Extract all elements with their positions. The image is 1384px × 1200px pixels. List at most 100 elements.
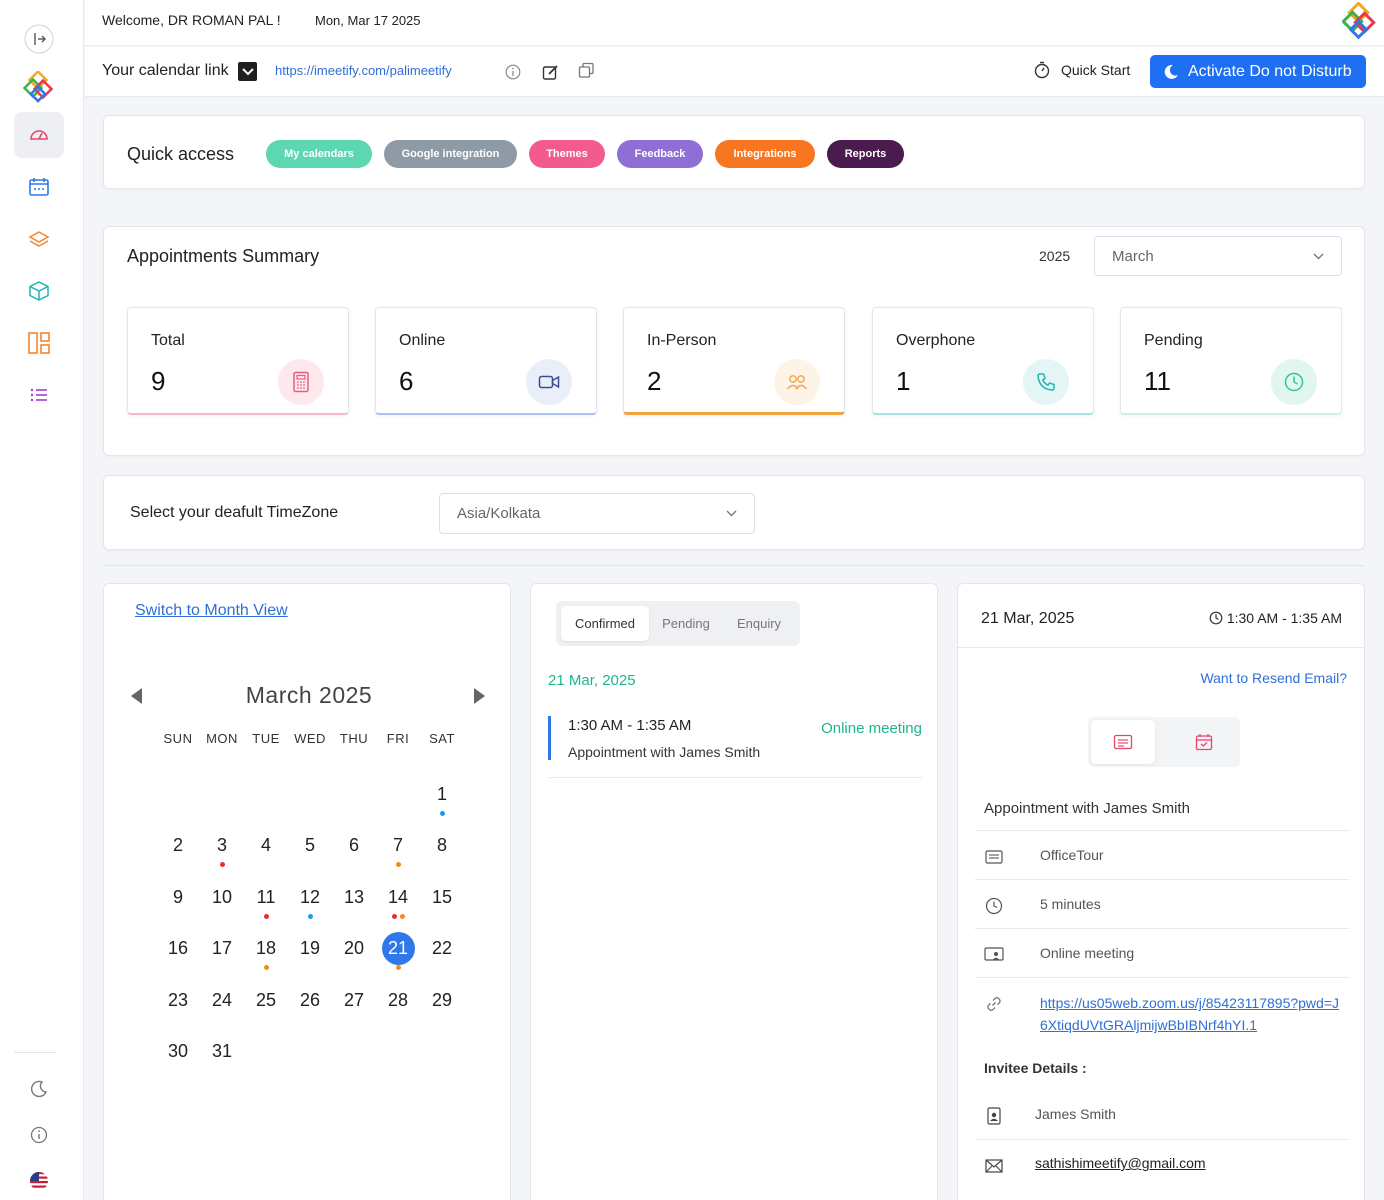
calendar-day-number: 1 bbox=[436, 783, 447, 804]
month-select[interactable]: March bbox=[1094, 236, 1342, 276]
calendar-day-number: 30 bbox=[167, 1041, 189, 1061]
detail-view-tabs bbox=[1088, 717, 1240, 767]
calendar-day-number: 24 bbox=[211, 989, 233, 1010]
sidebar-item-calendar[interactable] bbox=[14, 164, 64, 210]
calendar-icon bbox=[29, 178, 49, 196]
summary-title: Appointments Summary bbox=[127, 246, 320, 266]
sidebar-item-dashboard[interactable] bbox=[14, 112, 64, 158]
calendar-day[interactable]: 4 bbox=[244, 835, 288, 887]
stat-value: 6 bbox=[399, 366, 414, 396]
calendar-day[interactable]: 22 bbox=[420, 938, 464, 990]
tab-calendar[interactable] bbox=[1172, 720, 1236, 764]
calendar-link-info[interactable] bbox=[504, 63, 522, 81]
month-select-value: March bbox=[1112, 247, 1154, 265]
timezone-select[interactable]: Asia/Kolkata bbox=[439, 493, 755, 534]
calendar-day[interactable]: 2 bbox=[156, 835, 200, 887]
detail-date: 21 Mar, 2025 bbox=[981, 610, 1075, 627]
calendar-day[interactable]: 31 bbox=[200, 1041, 244, 1093]
calendar-day[interactable]: 27 bbox=[332, 990, 376, 1042]
calendar-day[interactable]: 14 bbox=[376, 887, 420, 939]
calendar-day[interactable]: 20 bbox=[332, 938, 376, 990]
calendar-day[interactable]: 15 bbox=[420, 887, 464, 939]
quick-start-button[interactable]: Quick Start bbox=[1033, 61, 1130, 79]
calendar-day[interactable]: 21 bbox=[376, 932, 420, 990]
tab-details[interactable] bbox=[1091, 720, 1155, 764]
calendar-day-number: 18 bbox=[255, 938, 277, 958]
stat-label: Pending bbox=[1144, 332, 1203, 349]
event-indicator-dots bbox=[200, 862, 244, 867]
resend-email-link[interactable]: Want to Resend Email? bbox=[1200, 670, 1347, 686]
pill-themes[interactable]: Themes bbox=[529, 140, 605, 168]
calendar-day[interactable]: 6 bbox=[332, 835, 376, 887]
calendar-day[interactable]: 11 bbox=[244, 887, 288, 939]
phone-icon bbox=[1023, 359, 1069, 405]
calendar-day[interactable]: 13 bbox=[332, 887, 376, 939]
calendar-day[interactable]: 5 bbox=[288, 835, 332, 887]
sidebar-item-packages[interactable] bbox=[14, 268, 64, 314]
imeetify-logo-icon bbox=[23, 71, 54, 103]
calendar-day[interactable]: 12 bbox=[288, 887, 332, 939]
stat-label: Overphone bbox=[896, 332, 976, 349]
language-button[interactable] bbox=[14, 1158, 64, 1200]
dark-mode-toggle[interactable] bbox=[14, 1066, 64, 1112]
calendar-day[interactable]: 10 bbox=[200, 887, 244, 939]
calendar-day[interactable]: 28 bbox=[376, 990, 420, 1042]
stat-label: Online bbox=[399, 332, 446, 349]
calendar-day[interactable]: 3 bbox=[200, 835, 244, 887]
calendar-day[interactable]: 25 bbox=[244, 990, 288, 1042]
sidebar-item-layers[interactable] bbox=[14, 216, 64, 262]
stat-card-pending[interactable]: Pending 11 bbox=[1120, 307, 1342, 415]
pill-integrations[interactable]: Integrations bbox=[715, 140, 815, 168]
calendar-day[interactable]: 16 bbox=[156, 938, 200, 990]
calendar-url-link[interactable]: https://imeetify.com/palimeetify bbox=[275, 63, 452, 78]
tab-enquiry[interactable]: Enquiry bbox=[723, 606, 795, 641]
sidebar-item-layouts[interactable] bbox=[14, 320, 64, 366]
stat-card-overphone[interactable]: Overphone 1 bbox=[872, 307, 1094, 415]
pill-google-integration[interactable]: Google integration bbox=[384, 140, 517, 168]
pill-feedback[interactable]: Feedback bbox=[617, 140, 703, 168]
pill-my-calendars[interactable]: My calendars bbox=[266, 140, 372, 168]
info-button[interactable] bbox=[14, 1112, 64, 1158]
app-logo[interactable] bbox=[14, 64, 64, 110]
stat-value: 9 bbox=[151, 366, 166, 396]
calendar-day[interactable]: 29 bbox=[420, 990, 464, 1042]
calendar-check-icon bbox=[1195, 734, 1213, 751]
calendar-link-dropdown[interactable] bbox=[238, 62, 257, 81]
contact-card-icon bbox=[984, 1106, 1004, 1126]
calendar-day[interactable]: 17 bbox=[200, 938, 244, 990]
appointment-item[interactable]: 1:30 AM - 1:35 AM Appointment with James… bbox=[548, 716, 922, 778]
tab-confirmed[interactable]: Confirmed bbox=[561, 606, 649, 641]
copy-link-button[interactable] bbox=[576, 60, 596, 80]
detail-row-mode: Online meeting bbox=[975, 928, 1349, 977]
stat-card-online[interactable]: Online 6 bbox=[375, 307, 597, 415]
calendar-day[interactable]: 9 bbox=[156, 887, 200, 939]
calendar-day[interactable]: 30 bbox=[156, 1041, 200, 1093]
calendar-day[interactable]: 8 bbox=[420, 835, 464, 887]
tab-pending[interactable]: Pending bbox=[649, 606, 723, 641]
edit-link-button[interactable] bbox=[540, 62, 560, 82]
calendar-day[interactable]: 7 bbox=[376, 835, 420, 887]
stat-card-total[interactable]: Total 9 bbox=[127, 307, 349, 415]
sidebar-item-list[interactable] bbox=[14, 372, 64, 418]
stat-card-in-person[interactable]: In-Person 2 bbox=[623, 307, 845, 415]
detail-row-duration: 5 minutes bbox=[975, 879, 1349, 928]
activate-dnd-button[interactable]: Activate Do not Disturb bbox=[1150, 55, 1366, 88]
calendar-day[interactable]: 26 bbox=[288, 990, 332, 1042]
invitee-email-link[interactable]: sathishimeetify@gmail.com bbox=[1035, 1155, 1206, 1171]
next-month-button[interactable] bbox=[474, 688, 485, 704]
appointments-date: 21 Mar, 2025 bbox=[548, 672, 636, 689]
clock-icon bbox=[1271, 359, 1317, 405]
collapse-sidebar-button[interactable] bbox=[14, 16, 64, 62]
calendar-day[interactable]: 24 bbox=[200, 990, 244, 1042]
calendar-day-number: 20 bbox=[343, 938, 365, 958]
calendar-day[interactable]: 1 bbox=[420, 784, 464, 836]
calendar-day[interactable]: 23 bbox=[156, 990, 200, 1042]
calendar-day[interactable]: 18 bbox=[244, 938, 288, 990]
switch-to-month-view-link[interactable]: Switch to Month View bbox=[135, 602, 288, 620]
calendar-day[interactable]: 19 bbox=[288, 938, 332, 990]
brand-logo bbox=[1341, 1, 1378, 47]
detail-mode: Online meeting bbox=[1040, 945, 1135, 961]
top-bar: Welcome, DR ROMAN PAL ! Mon, Mar 17 2025 bbox=[85, 0, 1384, 46]
meeting-url-link[interactable]: https://us05web.zoom.us/j/85423117895?pw… bbox=[1040, 992, 1340, 1036]
pill-reports[interactable]: Reports bbox=[827, 140, 904, 168]
